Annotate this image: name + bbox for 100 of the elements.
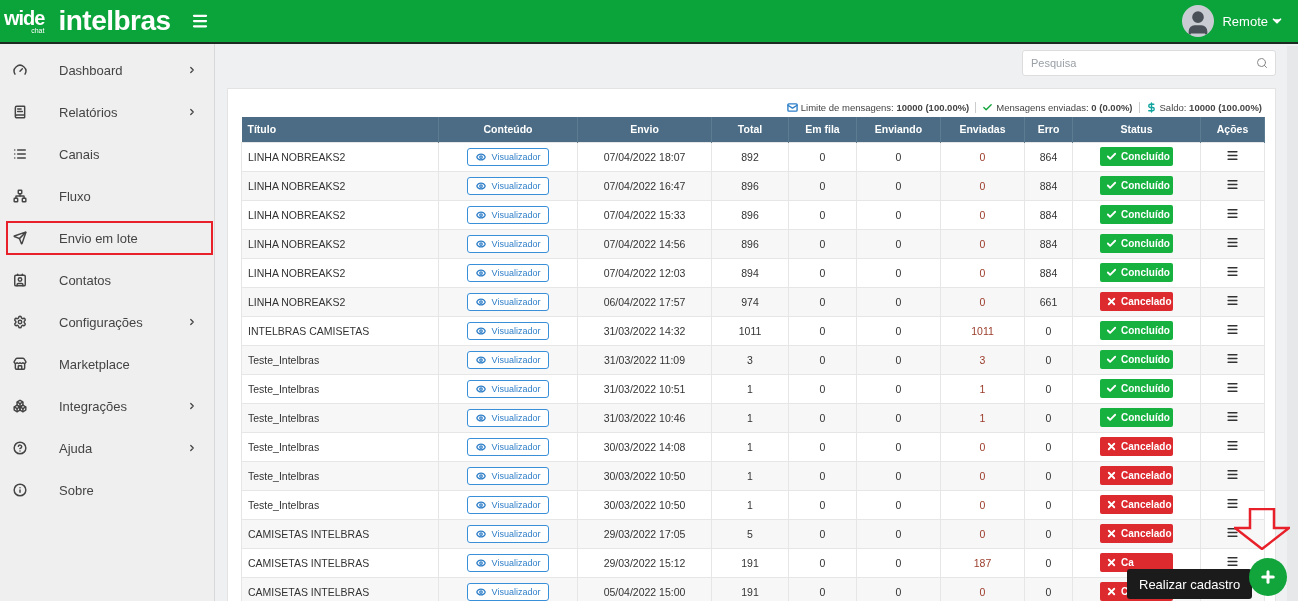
table-cell: 0 bbox=[1024, 548, 1073, 577]
table-cell: 0 bbox=[856, 519, 941, 548]
status-badge: Concluído bbox=[1100, 234, 1173, 253]
table-cell: 30/03/2022 14:08 bbox=[577, 432, 712, 461]
table-cell: 0 bbox=[788, 287, 857, 316]
view-button[interactable]: Visualizador bbox=[466, 408, 550, 427]
table-cell: LINHA NOBREAKS2 bbox=[241, 229, 439, 258]
table-cell: 0 bbox=[856, 374, 941, 403]
sidebar-item[interactable]: Envio em lote bbox=[6, 221, 213, 255]
view-button[interactable]: Visualizador bbox=[466, 437, 550, 456]
sidebar-label: Relatórios bbox=[59, 104, 119, 120]
actions-menu-icon[interactable] bbox=[1226, 323, 1239, 336]
sidebar-item[interactable]: Ajuda bbox=[6, 431, 213, 465]
sidebar-label: Canais bbox=[59, 146, 101, 162]
status-badge: Concluído bbox=[1100, 263, 1173, 282]
close-icon bbox=[1106, 499, 1117, 510]
view-button[interactable]: Visualizador bbox=[466, 147, 550, 166]
eye-icon bbox=[475, 470, 486, 481]
table-cell: 0 bbox=[856, 548, 941, 577]
view-button[interactable]: Visualizador bbox=[466, 379, 550, 398]
actions-menu-icon[interactable] bbox=[1226, 294, 1239, 307]
table-cell: 29/03/2022 15:12 bbox=[577, 548, 712, 577]
table-cell: 31/03/2022 14:32 bbox=[577, 316, 712, 345]
table-cell: LINHA NOBREAKS2 bbox=[241, 258, 439, 287]
actions-menu-icon[interactable] bbox=[1226, 381, 1239, 394]
actions-menu-icon[interactable] bbox=[1226, 526, 1239, 539]
store-icon bbox=[13, 357, 27, 371]
dollar-icon bbox=[1145, 101, 1157, 113]
sidebar-item[interactable]: Dashboard bbox=[6, 53, 213, 87]
eye-icon bbox=[475, 354, 486, 365]
menu-icon[interactable] bbox=[190, 12, 209, 30]
table-cell: Teste_Intelbras bbox=[241, 345, 439, 374]
sidebar-item[interactable]: Marketplace bbox=[6, 347, 213, 381]
view-button[interactable]: Visualizador bbox=[466, 205, 550, 224]
check-icon bbox=[1106, 354, 1117, 365]
table-cell: LINHA NOBREAKS2 bbox=[241, 142, 439, 171]
table-cell: 0 bbox=[856, 345, 941, 374]
table-cell: 1011 bbox=[940, 316, 1025, 345]
view-button[interactable]: Visualizador bbox=[466, 466, 550, 485]
sidebar-item[interactable]: Configurações bbox=[6, 305, 213, 339]
view-button[interactable]: Visualizador bbox=[466, 582, 550, 601]
stat-text: Saldo: 10000 (100.00%) bbox=[1159, 101, 1262, 113]
view-button[interactable]: Visualizador bbox=[466, 292, 550, 311]
view-button[interactable]: Visualizador bbox=[466, 234, 550, 253]
actions-menu-icon[interactable] bbox=[1226, 352, 1239, 365]
sidebar-item[interactable]: Fluxo bbox=[6, 179, 213, 213]
table-cell: 0 bbox=[788, 200, 857, 229]
table-cell: 0 bbox=[856, 200, 941, 229]
close-icon bbox=[1106, 441, 1117, 452]
search-field[interactable]: Pesquisa bbox=[1022, 50, 1276, 76]
column-header: Total bbox=[711, 117, 789, 142]
table-cell: 0 bbox=[788, 432, 857, 461]
view-button[interactable]: Visualizador bbox=[466, 176, 550, 195]
actions-menu-icon[interactable] bbox=[1226, 497, 1239, 510]
user-menu[interactable]: Remote bbox=[1222, 13, 1284, 29]
table-cell: 0 bbox=[788, 171, 857, 200]
actions-menu-icon[interactable] bbox=[1226, 236, 1239, 249]
view-button[interactable]: Visualizador bbox=[466, 495, 550, 514]
view-button[interactable]: Visualizador bbox=[466, 524, 550, 543]
check-icon bbox=[1106, 238, 1117, 249]
check-icon bbox=[1106, 325, 1117, 336]
table-cell: 0 bbox=[788, 374, 857, 403]
sidebar-label: Envio em lote bbox=[59, 230, 139, 246]
actions-menu-icon[interactable] bbox=[1226, 555, 1239, 568]
sidebar-item[interactable]: Contatos bbox=[6, 263, 213, 297]
actions-menu-icon[interactable] bbox=[1226, 439, 1239, 452]
table-cell: 0 bbox=[788, 345, 857, 374]
view-button[interactable]: Visualizador bbox=[466, 263, 550, 282]
table-cell: CAMISETAS INTELBRAS bbox=[241, 577, 439, 601]
actions-menu-icon[interactable] bbox=[1226, 178, 1239, 191]
view-button[interactable]: Visualizador bbox=[466, 553, 550, 572]
status-badge: Concluído bbox=[1100, 205, 1173, 224]
eye-icon bbox=[475, 180, 486, 191]
book-icon bbox=[13, 105, 27, 119]
actions-menu-icon[interactable] bbox=[1226, 468, 1239, 481]
table-cell: 191 bbox=[711, 548, 789, 577]
actions-menu-icon[interactable] bbox=[1226, 410, 1239, 423]
table-cell: 07/04/2022 16:47 bbox=[577, 171, 712, 200]
table-cell: LINHA NOBREAKS2 bbox=[241, 171, 439, 200]
sidebar-item[interactable]: Canais bbox=[6, 137, 213, 171]
table-cell: 0 bbox=[788, 142, 857, 171]
view-button[interactable]: Visualizador bbox=[466, 350, 550, 369]
eye-icon bbox=[475, 267, 486, 278]
table-cell: 1 bbox=[940, 403, 1025, 432]
table-cell: 0 bbox=[856, 432, 941, 461]
sidebar-item[interactable]: Relatórios bbox=[6, 95, 213, 129]
table-cell: 31/03/2022 10:51 bbox=[577, 374, 712, 403]
view-button[interactable]: Visualizador bbox=[466, 321, 550, 340]
table-cell: 974 bbox=[711, 287, 789, 316]
table-cell: 892 bbox=[711, 142, 789, 171]
sidebar-item[interactable]: Sobre bbox=[6, 473, 213, 507]
sidebar-item[interactable]: Integrações bbox=[6, 389, 213, 423]
actions-menu-icon[interactable] bbox=[1226, 207, 1239, 220]
actions-menu-icon[interactable] bbox=[1226, 149, 1239, 162]
table-cell: Teste_Intelbras bbox=[241, 490, 439, 519]
column-header: Em fila bbox=[788, 117, 857, 142]
table-cell: 0 bbox=[788, 316, 857, 345]
table-cell: 30/03/2022 10:50 bbox=[577, 461, 712, 490]
actions-menu-icon[interactable] bbox=[1226, 265, 1239, 278]
table-cell: 0 bbox=[788, 548, 857, 577]
